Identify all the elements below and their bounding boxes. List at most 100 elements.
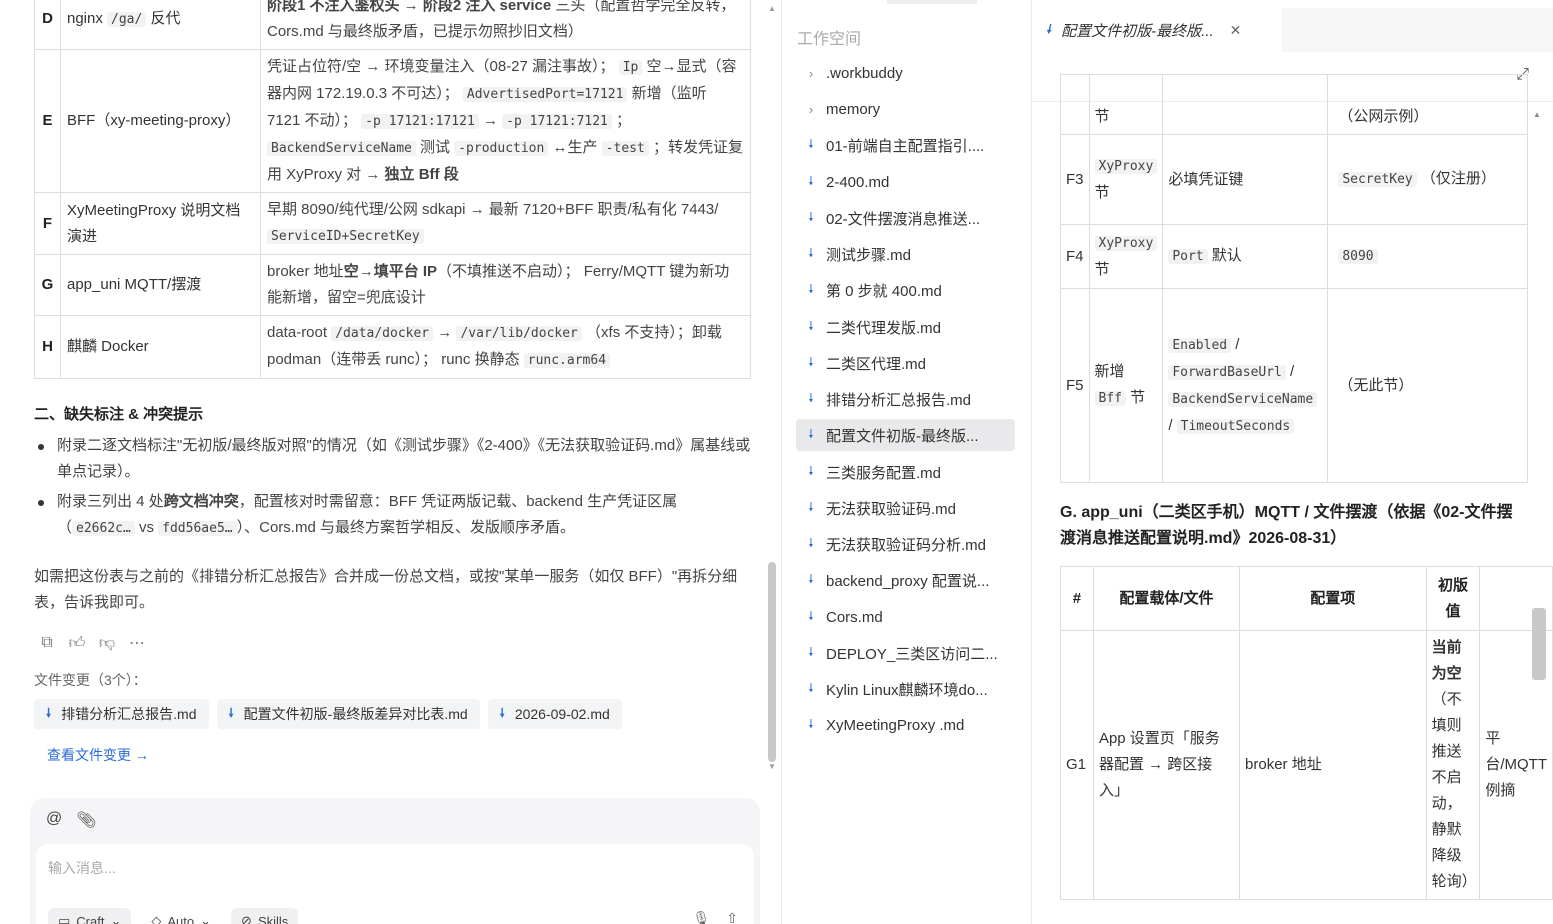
model-selector[interactable]: ◇ Auto ⌄ [141, 908, 221, 924]
layers-icon: ◇ [151, 913, 162, 924]
row-key: F [34, 192, 61, 255]
section-g-heading: G. app_uni（二类区手机）MQTT / 文件摆渡（依据《02-文件摆渡消… [1060, 504, 1513, 547]
column-header: 配置载体/文件 [1092, 566, 1241, 631]
folder-icon: ▭ [58, 913, 71, 924]
table-row: F4 XyProxy 节 Port 默认 8090 [1060, 224, 1529, 289]
mention-icon[interactable]: @ [46, 810, 62, 830]
row-key: E [34, 49, 61, 193]
tree-file[interactable]: 🠗 测试步骤.md [796, 238, 1015, 270]
tree-file[interactable]: 🠗 二类区代理.md [796, 347, 1015, 379]
doc-tab-bar: 🠗 配置文件初版-最终版... ✕ [1032, 8, 1553, 52]
cell-key: Port 默认 [1162, 224, 1329, 289]
markdown-file-icon: 🠗 [808, 608, 814, 623]
view-file-changes-link[interactable]: 查看文件变更 → [47, 745, 149, 765]
cell-id: G1 [1060, 630, 1094, 900]
microphone-icon[interactable]: 🎙︎ [692, 910, 710, 924]
tree-file[interactable]: 🠗 无法获取验证码分析.md [796, 528, 1015, 560]
cell-initial-value: 当前为空（不填则推送不启动，静默降级轮询） [1425, 630, 1481, 900]
cell-section: XyProxy 节 [1088, 134, 1164, 225]
chevron-right-icon: › [808, 101, 814, 117]
file-chips: 🠗 排错分析汇总报告.md 🠗 配置文件初版-最终版差异对比表.md 🠗 2026-0… [34, 699, 622, 729]
list-item: 附录三列出 4 处跨文档冲突，配置核对时需留意：BFF 凭证两版记载、backe… [34, 489, 754, 542]
workspace-explorer: 工作空间 › .workbuddy › memory 🠗 01-前端自主配置指引...… [781, 0, 1030, 924]
table-row: 节 （公网示例） [1060, 74, 1529, 135]
row-content: broker 地址空→填平台 IP（不填推送不启动）； Ferry/MQTT 键… [260, 254, 751, 316]
tree-file[interactable]: 🠗 backend_proxy 配置说... [796, 564, 1015, 596]
tree-file[interactable]: 🠗 无法获取验证码.md [796, 492, 1015, 524]
doc-tab-active[interactable]: 🠗 配置文件初版-最终版... ✕ [1032, 8, 1282, 52]
row-name: nginx /ga/ 反代 [60, 0, 261, 50]
scrollbar-thumb[interactable] [1532, 608, 1546, 680]
markdown-file-icon: 🠗 [808, 571, 814, 586]
markdown-file-icon: 🠗 [808, 680, 814, 695]
cell-section: 节 [1088, 74, 1164, 135]
markdown-file-icon: 🠗 [808, 716, 814, 731]
tree-file[interactable]: 🠗 排错分析汇总报告.md [796, 383, 1015, 415]
tree-folder-workbuddy[interactable]: › .workbuddy [796, 57, 1015, 89]
markdown-file-icon: 🠗 [808, 535, 814, 550]
tree-file[interactable]: 🠗 第 0 步就 400.md [796, 274, 1015, 306]
bullet-list: 附录二逐文档标注"无初版/最终版对照"的情况（如《测试步骤》《2-400》《无法… [34, 433, 754, 546]
scroll-up-icon[interactable]: ▲ [1533, 110, 1541, 119]
chat-messages[interactable]: D nginx /ga/ 反代 阶段1 不注入鉴权头 → 阶段2 注入 serv… [0, 0, 765, 790]
cell-key: Enabled / ForwardBaseUrl / BackendServic… [1162, 288, 1329, 483]
close-icon[interactable]: ✕ [1230, 22, 1242, 39]
chevron-right-icon: › [808, 65, 814, 81]
tree-file[interactable]: 🠗 01-前端自主配置指引.... [796, 129, 1015, 161]
more-icon[interactable]: ⋯ [128, 634, 146, 652]
mode-selector[interactable]: ▭ Craft ⌄ [48, 908, 132, 924]
row-key: G [34, 254, 61, 316]
file-chip[interactable]: 🠗 排错分析汇总报告.md [34, 699, 209, 729]
markdown-file-icon: 🠗 [808, 173, 814, 188]
markdown-file-icon: 🠗 [808, 426, 814, 441]
file-chip[interactable]: 🠗 配置文件初版-最终版差异对比表.md [216, 699, 480, 729]
table-row: F5 新增 Bff 节 Enabled / ForwardBaseUrl / Ba… [1060, 288, 1529, 483]
attach-icon[interactable]: 📎︎ [76, 810, 96, 830]
table-row: D nginx /ga/ 反代 阶段1 不注入鉴权头 → 阶段2 注入 serv… [34, 0, 751, 50]
composer-right-tools: 🎙︎ ⇧ [692, 910, 738, 924]
tree-file[interactable]: 🠗 02-文件摆渡消息推送... [796, 202, 1015, 234]
markdown-file-icon: 🠗 [808, 136, 814, 151]
table-row: F3 XyProxy 节 必填凭证键 SecretKey （仅注册） [1060, 134, 1529, 225]
row-content: 阶段1 不注入鉴权头 → 阶段2 注入 service 三头（配置哲学完全反转，… [260, 0, 751, 50]
cell-key [1162, 74, 1329, 135]
composer-options: ▭ Craft ⌄ ◇ Auto ⌄ ⊘ Skills [48, 908, 299, 924]
cell-value: SecretKey （仅注册） [1327, 134, 1529, 225]
table-row: G app_uni MQTT/摆渡 broker 地址空→填平台 IP（不填推送… [34, 254, 751, 316]
tree-file[interactable]: 🠗 三类服务配置.md [796, 456, 1015, 488]
cell-item: broker 地址 [1239, 630, 1427, 900]
markdown-file-icon: 🠗 [228, 705, 234, 720]
cell-id: F5 [1060, 288, 1090, 483]
row-key: H [34, 315, 61, 379]
skills-button[interactable]: ⊘ Skills [231, 908, 299, 924]
tree-file[interactable]: 🠗 Cors.md [796, 601, 1015, 633]
copy-icon[interactable]: ⧉ [38, 634, 56, 652]
section-heading: 二、缺失标注 & 冲突提示 [34, 406, 204, 423]
table-row: G1 App 设置页「服务器配置 → 跨区接入」 broker 地址 当前为空（… [1060, 630, 1553, 900]
thumbs-down-icon[interactable]: 👎︎ [98, 634, 116, 652]
tree-file[interactable]: 🠗 Kylin Linux麒麟环境do... [796, 673, 1015, 705]
message-placeholder: 输入消息... [48, 860, 116, 876]
cell-value: 8090 [1327, 224, 1529, 289]
row-content: 凭证占位符/空 → 环境变量注入（08-27 漏注事故）； Ip 空→显式（容器… [260, 49, 751, 193]
cell-value: （公网示例） [1327, 74, 1529, 135]
scroll-up-icon[interactable]: ▲ [768, 4, 776, 13]
tree-file[interactable]: 🠗 2-400.md [796, 166, 1015, 198]
chevron-down-icon: ⌄ [110, 913, 122, 924]
chat-scrollbar[interactable]: ▲ ▼ [766, 0, 778, 780]
scrollbar-thumb[interactable] [768, 562, 776, 762]
tree-file[interactable]: 🠗 XyMeetingProxy .md [796, 709, 1015, 741]
composer-tools: @ 📎︎ [46, 810, 97, 830]
file-chip[interactable]: 🠗 2026-09-02.md [487, 699, 622, 729]
tree-folder-memory[interactable]: › memory [796, 93, 1015, 125]
tree-file[interactable]: 🠗 DEPLOY_三类区访问二... [796, 637, 1015, 669]
thumbs-up-icon[interactable]: 👍︎ [68, 634, 86, 652]
tree-file-active[interactable]: 🠗 配置文件初版-最终版... [796, 419, 1015, 451]
send-icon[interactable]: ⇧ [726, 910, 738, 924]
message-actions: ⧉ 👍︎ 👎︎ ⋯ [38, 634, 146, 652]
markdown-file-icon: 🠗 [808, 318, 814, 333]
tree-file[interactable]: 🠗 二类代理发版.md [796, 311, 1015, 343]
scroll-down-icon[interactable]: ▼ [768, 762, 776, 771]
cell-carrier: App 设置页「服务器配置 → 跨区接入」 [1092, 630, 1241, 900]
config-table-g: # 配置载体/文件 配置项 初版值 G1 App 设置页「服务器配置 → 跨区接… [1060, 566, 1553, 900]
